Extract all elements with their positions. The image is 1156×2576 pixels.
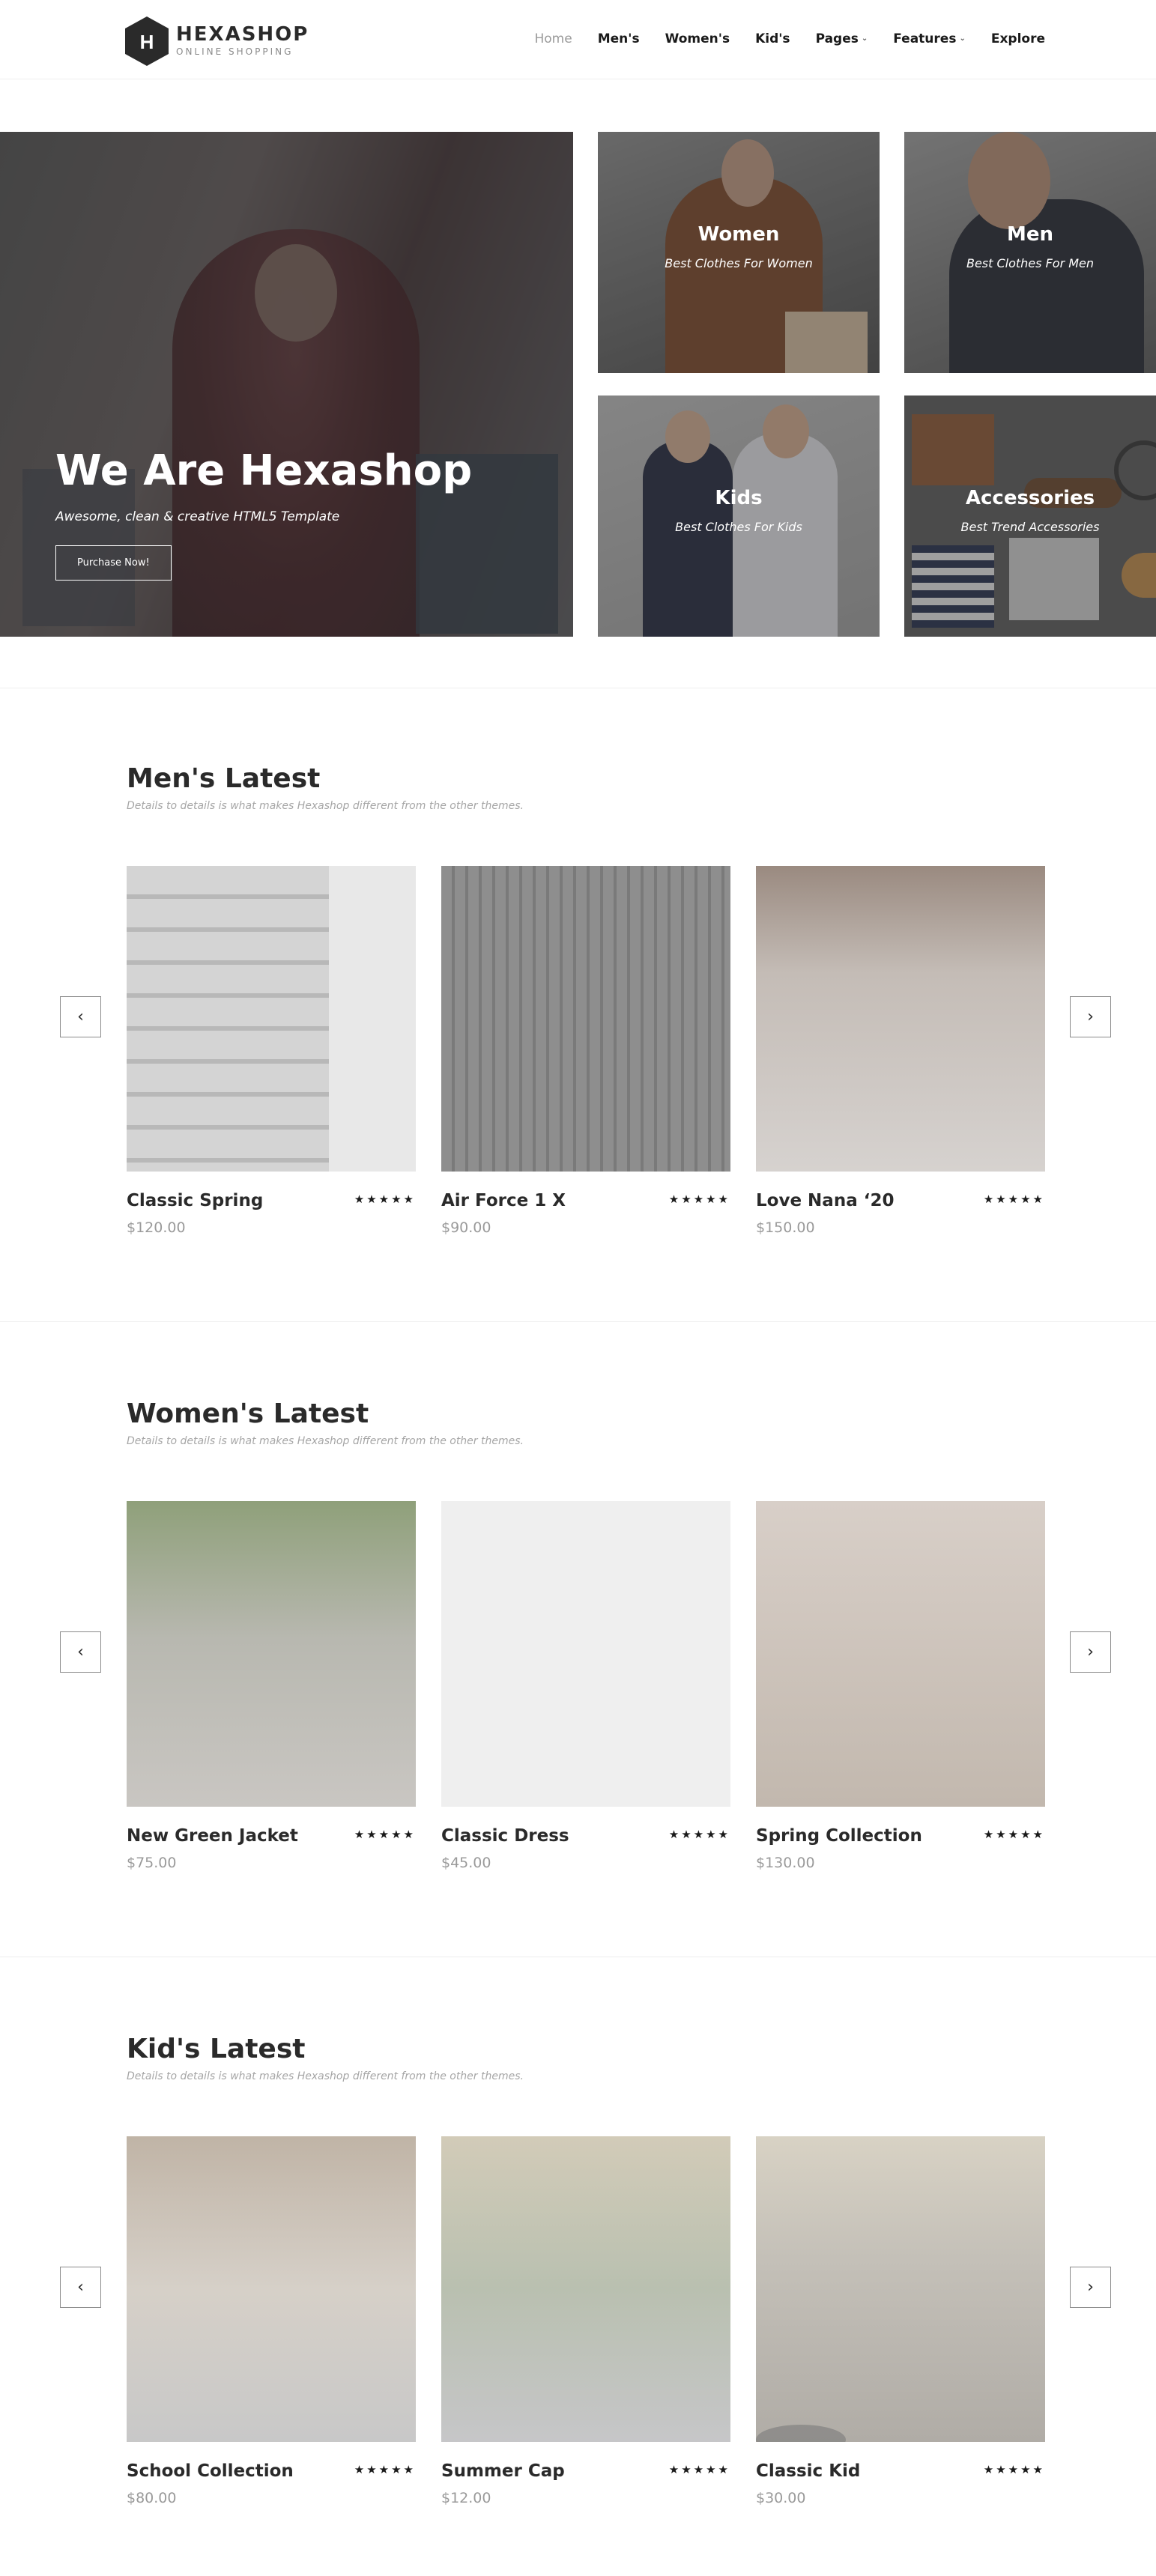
chevron-down-icon: ⌄	[959, 34, 966, 43]
product-card[interactable]: Love Nana ‘20 ★★★★★ $150.00	[756, 866, 1045, 1236]
category-tile-women[interactable]: Women Best Clothes For Women	[598, 132, 880, 373]
product-price: $45.00	[441, 1855, 491, 1871]
rating-stars-icon: ★★★★★	[668, 1828, 730, 1841]
product-card[interactable]: Summer Cap ★★★★★ $12.00	[441, 2136, 730, 2506]
chevron-left-icon: ‹	[77, 1007, 84, 1026]
hero-subtitle: Awesome, clean & creative HTML5 Template	[55, 509, 340, 524]
category-subtitle: Best Clothes For Kids	[675, 520, 802, 534]
rating-stars-icon: ★★★★★	[354, 1828, 416, 1841]
product-price: $90.00	[441, 1219, 491, 1236]
rating-stars-icon: ★★★★★	[983, 2463, 1045, 2476]
section-divider	[0, 1321, 1156, 1322]
product-price: $130.00	[756, 1855, 815, 1871]
product-image[interactable]	[441, 866, 730, 1172]
product-name[interactable]: Air Force 1 X	[441, 1191, 566, 1210]
rating-stars-icon: ★★★★★	[354, 2463, 416, 2476]
product-card[interactable]: Classic Dress ★★★★★ $45.00	[441, 1501, 730, 1871]
chevron-left-icon: ‹	[77, 1643, 84, 1661]
hexagon-logo-icon: H	[125, 16, 169, 66]
product-price: $30.00	[756, 2490, 806, 2506]
product-name[interactable]: Classic Spring	[127, 1191, 263, 1210]
product-name[interactable]: New Green Jacket	[127, 1826, 298, 1846]
product-image[interactable]	[441, 1501, 730, 1807]
chevron-right-icon: ›	[1087, 1007, 1094, 1026]
product-price: $150.00	[756, 1219, 815, 1236]
product-price: $12.00	[441, 2490, 491, 2506]
category-subtitle: Best Clothes For Men	[966, 256, 1095, 270]
product-name[interactable]: Summer Cap	[441, 2461, 565, 2481]
product-name[interactable]: Classic Kid	[756, 2461, 860, 2481]
brand-name: HEXASHOP	[176, 23, 309, 46]
carousel-prev-button[interactable]: ‹	[60, 1631, 101, 1673]
product-name[interactable]: Classic Dress	[441, 1826, 569, 1846]
category-title: Women	[697, 223, 780, 246]
product-image[interactable]	[756, 866, 1045, 1172]
category-tile-accessories[interactable]: Accessories Best Trend Accessories	[904, 396, 1156, 637]
category-title: Kids	[715, 487, 763, 509]
category-tile-men[interactable]: Men Best Clothes For Men	[904, 132, 1156, 373]
product-image[interactable]	[127, 2136, 416, 2442]
purchase-now-button[interactable]: Purchase Now!	[55, 545, 172, 581]
brand-tagline: ONLINE SHOPPING	[176, 46, 294, 57]
section-title: Men's Latest	[127, 763, 321, 794]
carousel-next-button[interactable]: ›	[1070, 2267, 1111, 2308]
carousel-prev-button[interactable]: ‹	[60, 2267, 101, 2308]
carousel-next-button[interactable]: ›	[1070, 1631, 1111, 1673]
hero-title: We Are Hexashop	[55, 446, 473, 495]
nav-pages[interactable]: Pages ⌄	[816, 28, 868, 49]
rating-stars-icon: ★★★★★	[983, 1828, 1045, 1841]
chevron-right-icon: ›	[1087, 1643, 1094, 1661]
product-price: $80.00	[127, 2490, 177, 2506]
category-title: Accessories	[965, 487, 1095, 509]
hero-banner: We Are Hexashop Awesome, clean & creativ…	[0, 132, 573, 637]
carousel-next-button[interactable]: ›	[1070, 996, 1111, 1037]
product-image[interactable]	[127, 866, 416, 1172]
nav-womens[interactable]: Women's	[665, 28, 730, 49]
womens-latest-section: Women's Latest Details to details is wha…	[0, 1396, 1156, 1966]
carousel-prev-button[interactable]: ‹	[60, 996, 101, 1037]
product-card[interactable]: Classic Kid ★★★★★ $30.00	[756, 2136, 1045, 2506]
nav-home[interactable]: Home	[534, 28, 572, 49]
site-header: H HEXASHOP ONLINE SHOPPING Home Men's Wo…	[0, 0, 1156, 79]
mens-latest-section: Men's Latest Details to details is what …	[0, 761, 1156, 1330]
product-card[interactable]: School Collection ★★★★★ $80.00	[127, 2136, 416, 2506]
product-price: $120.00	[127, 1219, 186, 1236]
product-name[interactable]: Spring Collection	[756, 1826, 922, 1846]
logo[interactable]: H HEXASHOP ONLINE SHOPPING	[125, 16, 309, 66]
kids-latest-section: Kid's Latest Details to details is what …	[0, 2031, 1156, 2576]
main-nav: Home Men's Women's Kid's Pages ⌄ Features…	[534, 28, 1045, 49]
section-title: Women's Latest	[127, 1398, 369, 1429]
product-name[interactable]: School Collection	[127, 2461, 294, 2481]
product-name[interactable]: Love Nana ‘20	[756, 1191, 894, 1210]
nav-kids[interactable]: Kid's	[755, 28, 790, 49]
nav-mens[interactable]: Men's	[598, 28, 640, 49]
section-subtitle: Details to details is what makes Hexasho…	[127, 1435, 524, 1447]
section-subtitle: Details to details is what makes Hexasho…	[127, 2070, 524, 2082]
category-subtitle: Best Trend Accessories	[960, 520, 1100, 534]
category-subtitle: Best Clothes For Women	[665, 256, 813, 270]
nav-explore[interactable]: Explore	[991, 28, 1045, 49]
rating-stars-icon: ★★★★★	[354, 1192, 416, 1206]
product-image[interactable]	[756, 1501, 1045, 1807]
product-image[interactable]	[756, 2136, 1045, 2442]
product-card[interactable]: Classic Spring ★★★★★ $120.00	[127, 866, 416, 1236]
section-subtitle: Details to details is what makes Hexasho…	[127, 800, 524, 812]
product-price: $75.00	[127, 1855, 177, 1871]
product-card[interactable]: Air Force 1 X ★★★★★ $90.00	[441, 866, 730, 1236]
rating-stars-icon: ★★★★★	[668, 2463, 730, 2476]
product-image[interactable]	[441, 2136, 730, 2442]
nav-features[interactable]: Features ⌄	[893, 28, 966, 49]
product-card[interactable]: Spring Collection ★★★★★ $130.00	[756, 1501, 1045, 1871]
chevron-right-icon: ›	[1087, 2278, 1094, 2297]
chevron-left-icon: ‹	[77, 2278, 84, 2297]
chevron-down-icon: ⌄	[861, 34, 868, 43]
rating-stars-icon: ★★★★★	[668, 1192, 730, 1206]
rating-stars-icon: ★★★★★	[983, 1192, 1045, 1206]
category-title: Men	[1006, 223, 1054, 246]
category-tile-kids[interactable]: Kids Best Clothes For Kids	[598, 396, 880, 637]
svg-text:H: H	[140, 31, 154, 53]
product-image[interactable]	[127, 1501, 416, 1807]
product-card[interactable]: New Green Jacket ★★★★★ $75.00	[127, 1501, 416, 1871]
section-title: Kid's Latest	[127, 2034, 306, 2064]
